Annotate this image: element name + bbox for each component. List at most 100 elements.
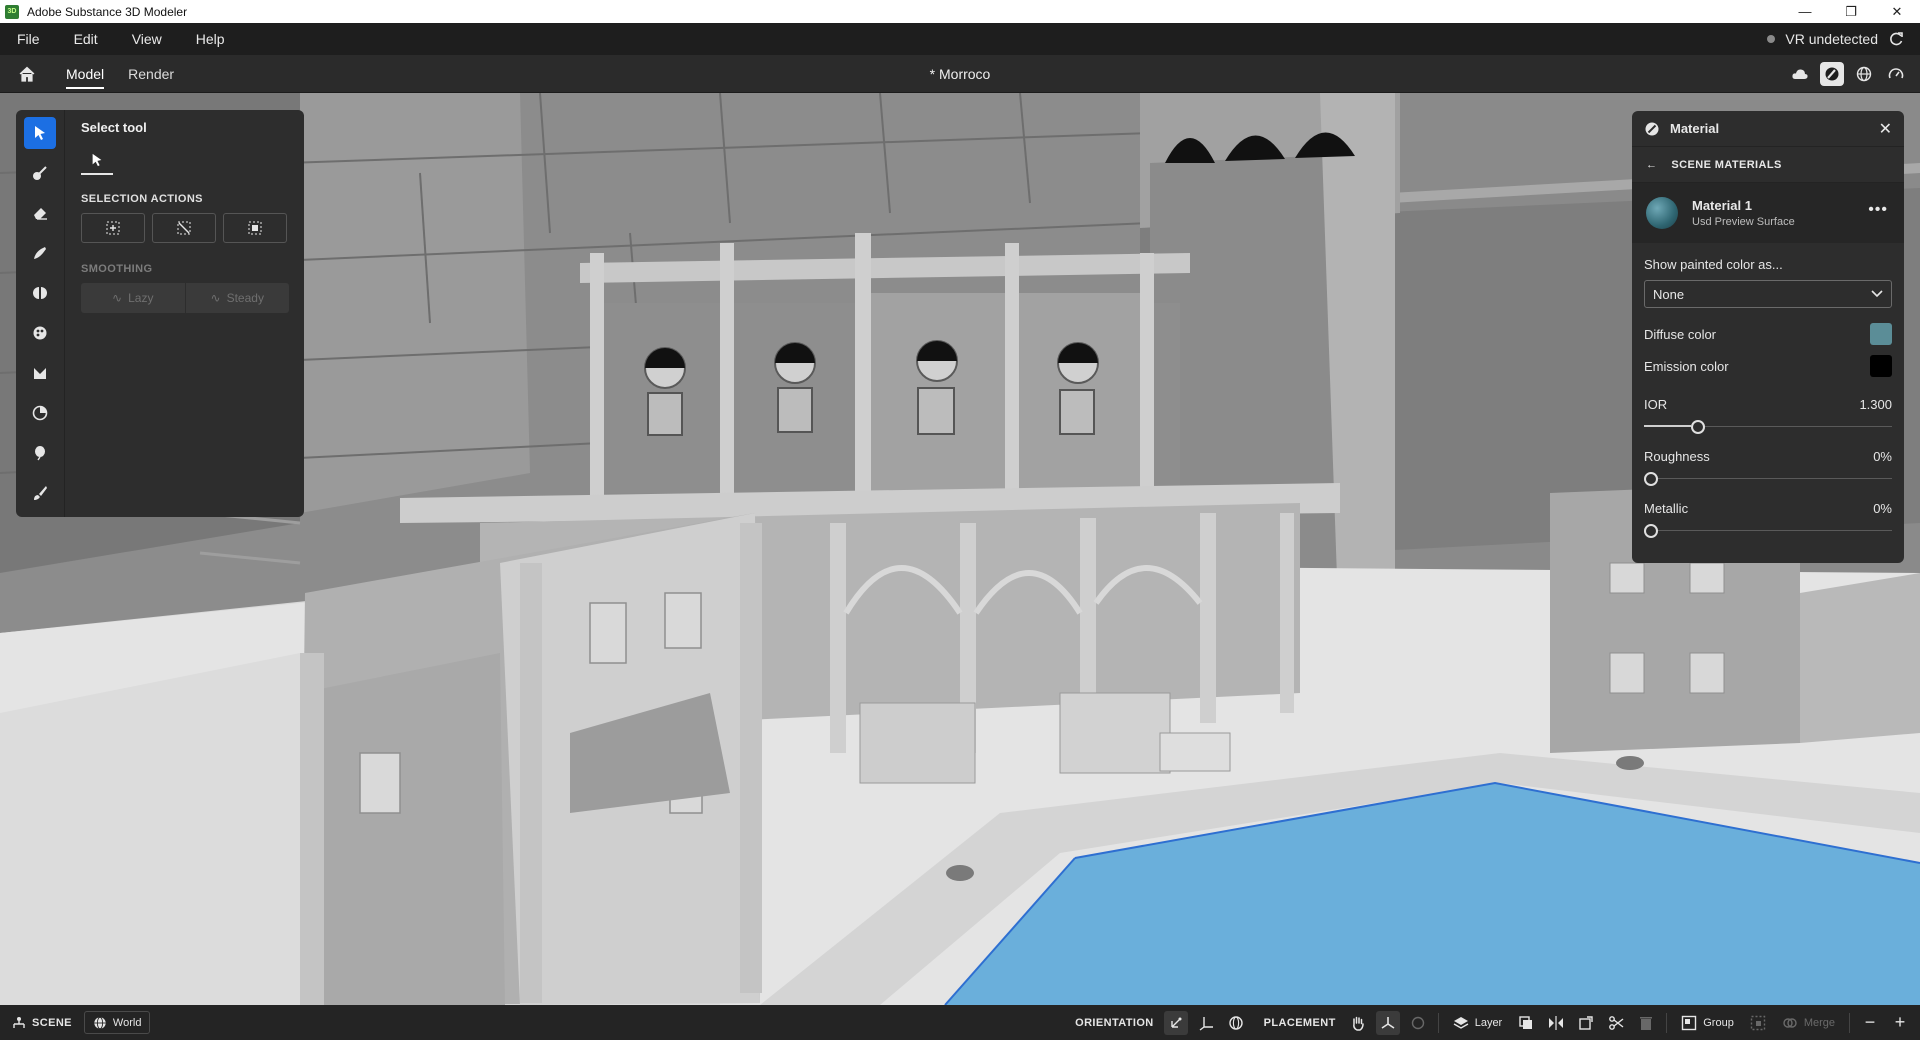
select-all-button[interactable] (81, 213, 145, 243)
tool-primitive[interactable] (24, 397, 56, 429)
symmetry-icon (33, 287, 47, 299)
split-button[interactable] (1604, 1011, 1628, 1035)
invert-selection-button[interactable] (223, 213, 287, 243)
orientation-world-button[interactable] (1224, 1011, 1248, 1035)
ior-slider[interactable] (1644, 418, 1892, 436)
diffuse-color-row: Diffuse color (1644, 322, 1892, 346)
close-icon[interactable]: ✕ (1879, 119, 1892, 139)
tool-brush[interactable] (24, 477, 56, 509)
restore-icon[interactable]: ❐ (1828, 0, 1874, 23)
duplicate-button[interactable] (1514, 1011, 1538, 1035)
snap-circle-icon (1411, 1016, 1424, 1029)
mirror-icon (1549, 1015, 1564, 1030)
metallic-value: 0% (1873, 500, 1892, 516)
smoothing-toggle: ∿ Lazy ∿ Steady (81, 283, 289, 313)
material-list-item[interactable]: Material 1 Usd Preview Surface ••• (1632, 183, 1904, 243)
close-icon[interactable]: ✕ (1874, 0, 1920, 23)
chevron-down-icon (1871, 290, 1883, 298)
merge-button[interactable]: Merge (1776, 1011, 1841, 1035)
tool-options-panel: Select tool SELECTION ACTIONS SMOOTHING … (64, 110, 304, 517)
placement-gizmo-button[interactable] (1375, 1010, 1400, 1035)
back-arrow-icon[interactable]: ← (1646, 159, 1657, 171)
smoothing-lazy-button[interactable]: ∿ Lazy (81, 283, 185, 313)
gauge-icon[interactable] (1884, 62, 1908, 86)
slider-track (1652, 478, 1892, 479)
bounding-box-button[interactable] (1574, 1011, 1598, 1035)
slider-fill (1644, 425, 1691, 427)
emission-color-row: Emission color (1644, 354, 1892, 378)
diffuse-color-label: Diffuse color (1644, 326, 1717, 342)
group-button[interactable]: Group (1675, 1011, 1740, 1035)
tool-symmetry[interactable] (24, 277, 56, 309)
orientation-parent-button[interactable] (1194, 1011, 1218, 1035)
show-painted-label: Show painted color as... (1644, 257, 1783, 272)
scissors-icon (1609, 1015, 1624, 1030)
slider-thumb[interactable] (1644, 472, 1658, 486)
ungroup-button[interactable] (1746, 1011, 1770, 1035)
menu-edit[interactable]: Edit (57, 31, 115, 47)
tool-balloon[interactable] (24, 437, 56, 469)
smoothing-steady-button[interactable]: ∿ Steady (184, 283, 290, 313)
menu-file[interactable]: File (0, 31, 57, 47)
vr-status-dot (1767, 35, 1776, 43)
smoothing-heading: SMOOTHING (81, 263, 153, 275)
hand-icon (1352, 1016, 1364, 1031)
scene-cloud-icon[interactable] (1788, 62, 1812, 86)
roughness-slider[interactable] (1644, 470, 1892, 488)
merge-icon (1783, 1017, 1797, 1028)
tool-select[interactable] (24, 117, 56, 149)
tool-panel-title: Select tool (81, 120, 147, 135)
tool-erase[interactable] (24, 197, 56, 229)
tab-render[interactable]: Render (116, 55, 186, 93)
panel-toggle-icons (1788, 55, 1908, 93)
tool-paint[interactable] (24, 317, 56, 349)
deselect-all-button[interactable] (152, 213, 216, 243)
orientation-local-button[interactable] (1163, 1010, 1188, 1035)
smoothing-steady-label: Steady (226, 291, 264, 305)
axes-icon (1199, 1016, 1213, 1031)
tool-smooth[interactable] (24, 237, 56, 269)
layer-button[interactable]: Layer (1447, 1011, 1509, 1035)
group-icon (1682, 1015, 1697, 1030)
select-submode-button[interactable] (81, 147, 113, 175)
mode-tab-bar: Model Render * Morroco (0, 55, 1920, 93)
minimize-icon[interactable]: — (1782, 0, 1828, 23)
home-icon (19, 66, 35, 82)
zoom-in-button[interactable]: + (1888, 1011, 1912, 1035)
world-space-button[interactable]: World (83, 1011, 151, 1034)
smooth-brush-icon (34, 247, 46, 259)
emission-color-label: Emission color (1644, 358, 1729, 374)
tool-stamp[interactable] (24, 357, 56, 389)
placement-hand-button[interactable] (1346, 1011, 1370, 1035)
diffuse-color-swatch[interactable] (1870, 323, 1892, 345)
home-button[interactable] (0, 66, 54, 82)
slider-thumb[interactable] (1691, 420, 1705, 434)
metallic-slider[interactable] (1644, 522, 1892, 540)
material-brush-icon[interactable] (1820, 62, 1844, 86)
local-axes-icon (1170, 1017, 1182, 1028)
menu-view[interactable]: View (115, 31, 179, 47)
tool-clay[interactable] (24, 157, 56, 189)
select-arrow-icon (92, 153, 102, 167)
menu-help[interactable]: Help (179, 31, 242, 47)
scene-label: SCENE (32, 1016, 72, 1029)
placement-snap-button[interactable] (1406, 1011, 1430, 1035)
app-logo-icon: 3D (5, 4, 19, 19)
refresh-icon[interactable] (1888, 31, 1904, 47)
divider (1849, 1012, 1850, 1033)
slider-thumb[interactable] (1644, 524, 1658, 538)
tab-model[interactable]: Model (54, 55, 116, 93)
delete-button[interactable] (1634, 1011, 1658, 1035)
metallic-row: Metallic 0% (1644, 496, 1892, 520)
layer-icon (1453, 1016, 1469, 1029)
show-painted-dropdown[interactable]: None (1644, 280, 1892, 308)
sphere-primitive-icon (32, 405, 48, 421)
plus-icon: + (1894, 1012, 1906, 1032)
zoom-out-button[interactable]: − (1858, 1011, 1882, 1035)
emission-color-swatch[interactable] (1870, 355, 1892, 377)
mirror-button[interactable] (1544, 1011, 1568, 1035)
more-options-icon[interactable]: ••• (1868, 201, 1888, 219)
globe-icon[interactable] (1852, 62, 1876, 86)
ungroup-icon (1750, 1015, 1766, 1030)
world-label: World (112, 1016, 142, 1029)
